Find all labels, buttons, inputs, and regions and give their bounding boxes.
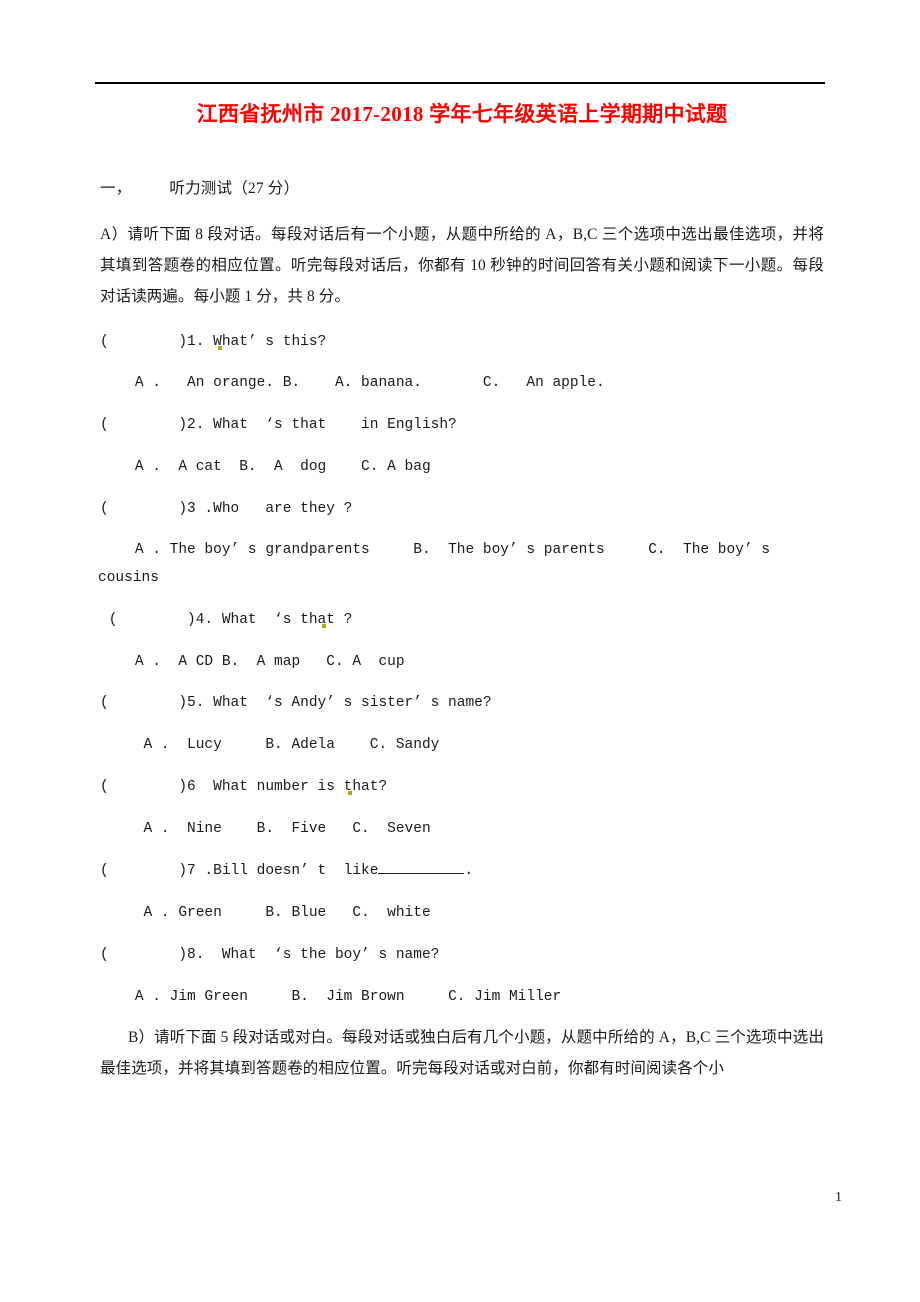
- question-stem-3: ( )3 .Who are they ?: [100, 499, 824, 521]
- question-options-3[interactable]: A . The boy’ s grandparents B. The boy’ …: [100, 540, 824, 562]
- instruction-part-a: A）请听下面 8 段对话。每段对话后有一个小题，从题中所给的 A，B,C 三个选…: [100, 225, 824, 305]
- question-stem-4: ( )4. What ‘s that ?: [100, 610, 824, 632]
- question-text-1-pre: 1. W: [187, 333, 222, 350]
- question-text-5: 5. What ‘s Andy’ s sister’ s name?: [187, 695, 492, 712]
- question-text-3: 3 .Who are they ?: [187, 500, 353, 517]
- question-text-7-pre: 7 .Bill doesn’ t like: [187, 863, 379, 880]
- answer-bracket-4[interactable]: ( ): [100, 612, 196, 628]
- question-stem-1: ( )1. What’ s this?: [100, 332, 824, 354]
- fill-in-blank[interactable]: [378, 860, 465, 875]
- question-text-4-post: t ?: [326, 611, 353, 628]
- question-stem-6: ( )6 What number is that?: [100, 777, 824, 799]
- question-text-1-post: hat’ s this?: [221, 333, 327, 350]
- instruction-part-b: B）请听下面 5 段对话或对白。每段对话或独白后有几个小题，从题中所给的 A，B…: [100, 1029, 824, 1078]
- question-text-8: 8. What ‘s the boy’ s name?: [187, 946, 440, 963]
- answer-bracket-8[interactable]: ( ): [100, 947, 187, 963]
- answer-bracket-5[interactable]: ( ): [100, 695, 187, 711]
- exam-page: 江西省抚州市 2017-2018 学年七年级英语上学期期中试题 一， 听力测试（2…: [0, 0, 920, 1302]
- answer-bracket-7[interactable]: ( ): [100, 863, 187, 879]
- question-options-6[interactable]: A . Nine B. Five C. Seven: [100, 819, 824, 841]
- section-heading: 一， 听力测试（27 分）: [100, 177, 824, 200]
- question-options-1[interactable]: A . An orange. B. A. banana. C. An apple…: [100, 373, 824, 395]
- question-text-7-post: .: [464, 863, 474, 880]
- section-number: 一，: [100, 180, 132, 198]
- question-stem-5: ( )5. What ‘s Andy’ s sister’ s name?: [100, 693, 824, 715]
- question-stem-7: ( )7 .Bill doesn’ t like.: [100, 860, 824, 883]
- answer-bracket-2[interactable]: ( ): [100, 417, 187, 433]
- question-text-4-pre: 4. What ‘s tha: [195, 611, 327, 628]
- header-rule: [95, 82, 825, 84]
- question-text-6-pre: 6 What number is t: [187, 778, 353, 795]
- question-stem-2: ( )2. What ‘s that in English?: [100, 415, 824, 437]
- answer-bracket-3[interactable]: ( ): [100, 501, 187, 517]
- question-options-7[interactable]: A . Green B. Blue C. white: [100, 903, 824, 925]
- question-options-2[interactable]: A . A cat B. A dog C. A bag: [100, 457, 824, 479]
- question-options-4[interactable]: A . A CD B. A map C. A cup: [100, 652, 824, 674]
- highlight-mark-icon: [322, 623, 327, 628]
- page-number: 1: [835, 1190, 842, 1205]
- question-text-6-post: hat?: [352, 778, 388, 795]
- question-options-5[interactable]: A . Lucy B. Adela C. Sandy: [100, 735, 824, 757]
- answer-bracket-1[interactable]: ( ): [100, 334, 187, 350]
- question-list: ( )1. What’ s this? A . An orange. B. A.…: [98, 332, 824, 1009]
- section-label: 听力测试（27 分）: [169, 180, 300, 198]
- highlight-mark-icon: [348, 790, 353, 795]
- page-content: 江西省抚州市 2017-2018 学年七年级英语上学期期中试题 一， 听力测试（2…: [98, 100, 824, 1084]
- question-stem-8: ( )8. What ‘s the boy’ s name?: [100, 945, 824, 967]
- page-title: 江西省抚州市 2017-2018 学年七年级英语上学期期中试题: [196, 102, 728, 126]
- question-options-8[interactable]: A . Jim Green B. Jim Brown C. Jim Miller: [100, 987, 824, 1009]
- answer-bracket-6[interactable]: ( ): [100, 779, 187, 795]
- highlight-mark-icon: [217, 345, 222, 350]
- question-text-2: 2. What ‘s that in English?: [187, 417, 457, 434]
- question-options-3-continued: cousins: [98, 570, 159, 587]
